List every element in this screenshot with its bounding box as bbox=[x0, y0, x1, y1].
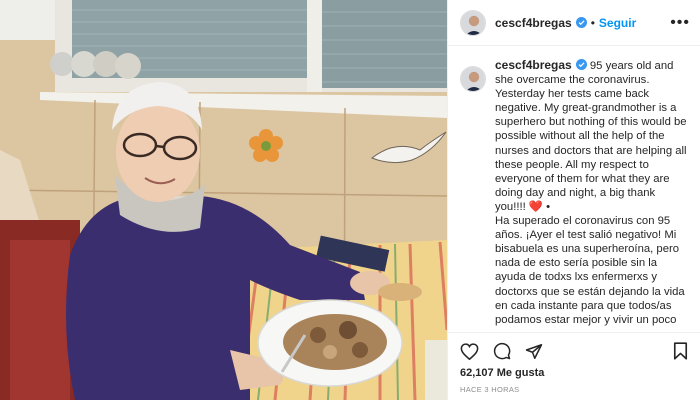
verified-badge-icon bbox=[575, 59, 587, 70]
more-options-icon[interactable]: ••• bbox=[670, 14, 690, 31]
bookmark-icon bbox=[673, 342, 688, 360]
heart-icon bbox=[460, 342, 479, 360]
post-timestamp[interactable]: HACE 3 HORAS bbox=[460, 385, 688, 394]
caption-username-link[interactable]: cescf4bregas bbox=[495, 58, 572, 72]
post-actions: 62,107 Me gusta HACE 3 HORAS bbox=[448, 332, 700, 394]
likes-count[interactable]: 62,107 Me gusta bbox=[460, 367, 688, 379]
like-button[interactable] bbox=[460, 342, 479, 360]
comment-bubble-icon bbox=[493, 342, 511, 360]
separator-dot: • bbox=[590, 15, 595, 30]
caption-spanish: Ha superado el coronavirus con 95 años. … bbox=[495, 215, 685, 328]
post-side-panel: cescf4bregas • Seguir ••• cescf4bregas 9… bbox=[447, 0, 700, 400]
post-photo[interactable] bbox=[0, 0, 447, 400]
avatar[interactable] bbox=[460, 9, 486, 36]
save-button[interactable] bbox=[673, 342, 688, 360]
caption-block: cescf4bregas 95 years old and she overca… bbox=[460, 58, 688, 328]
comment-button[interactable] bbox=[493, 342, 511, 360]
paper-plane-icon bbox=[525, 343, 543, 359]
follow-button[interactable]: Seguir bbox=[599, 16, 636, 30]
post-header: cescf4bregas • Seguir ••• bbox=[448, 0, 700, 46]
caption-text: cescf4bregas 95 years old and she overca… bbox=[495, 58, 688, 328]
red-heart-emoji-icon: ❤️ bbox=[528, 200, 543, 213]
caption-english: 95 years old and she overcame the corona… bbox=[495, 60, 687, 213]
caption-separator: • bbox=[543, 200, 551, 213]
username-link[interactable]: cescf4bregas bbox=[495, 16, 572, 30]
share-button[interactable] bbox=[525, 343, 543, 360]
verified-badge-icon bbox=[575, 17, 587, 28]
caption-avatar[interactable] bbox=[460, 66, 486, 92]
